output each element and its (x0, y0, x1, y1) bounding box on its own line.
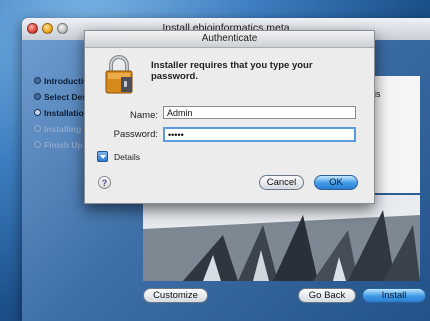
help-button[interactable]: ? (98, 176, 111, 189)
details-disclosure-icon[interactable] (97, 151, 108, 162)
go-back-button[interactable]: Go Back (298, 288, 356, 303)
name-label: Name: (130, 110, 158, 121)
dialog-title: Authenticate (201, 33, 258, 44)
step-bullet-icon (34, 77, 41, 84)
install-button[interactable]: Install (362, 288, 426, 303)
customize-button[interactable]: Customize (143, 288, 208, 303)
step-bullet-icon (34, 93, 41, 100)
step-bullet-icon (34, 125, 41, 132)
step-bullet-icon (34, 141, 41, 148)
password-field[interactable]: ••••• (163, 127, 356, 142)
dialog-titlebar: Authenticate (85, 31, 374, 48)
name-field[interactable]: Admin (163, 106, 356, 119)
password-label: Password: (113, 129, 158, 140)
background-photo (143, 195, 420, 281)
step-label: Installing (44, 123, 82, 134)
step-label: Finish Up (44, 139, 83, 150)
ok-button[interactable]: OK (314, 175, 358, 190)
auth-message: Installer requires that you type your pa… (151, 60, 313, 82)
authenticate-dialog: Authenticate Installer requires that you… (84, 30, 375, 204)
details-label[interactable]: Details (114, 152, 140, 162)
step-bullet-icon (34, 109, 41, 116)
lock-icon (105, 55, 133, 94)
cancel-button[interactable]: Cancel (259, 175, 304, 190)
